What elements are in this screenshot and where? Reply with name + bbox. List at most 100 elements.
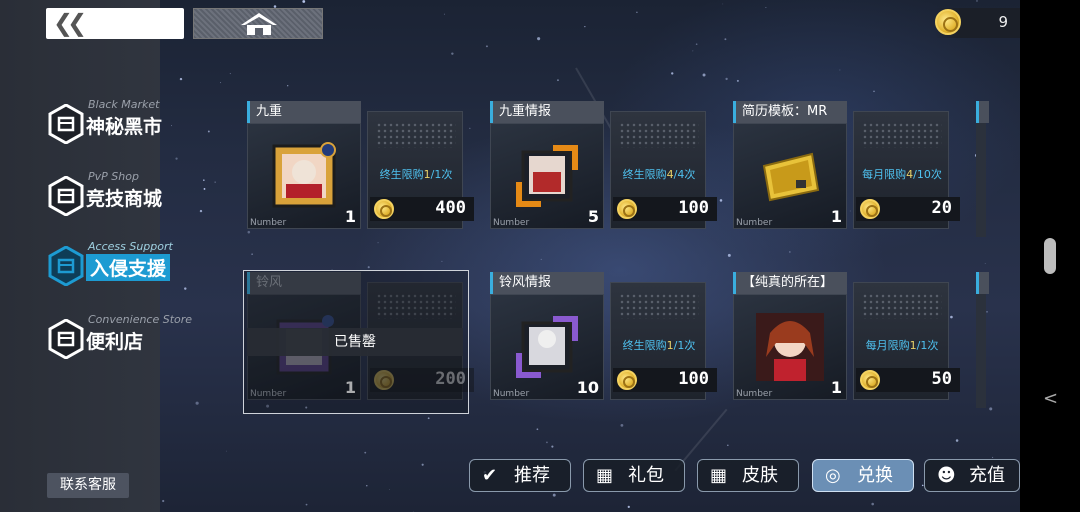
star: [727, 444, 729, 446]
star: [702, 73, 706, 77]
star: [986, 311, 988, 313]
star: [195, 401, 199, 405]
shop-item-card[interactable]: 【纯真的所在】 Number 1 每月限购1/1次 50: [733, 272, 963, 408]
tab-0[interactable]: ✔ 推荐: [469, 459, 571, 492]
next-item-card-partial[interactable]: [976, 101, 989, 237]
currency-amount: 9: [998, 13, 1008, 31]
star: [636, 11, 638, 14]
price-bar: 50: [856, 368, 960, 392]
nav-item-2[interactable]: Access Support 入侵支援: [48, 240, 198, 292]
limit-text: 终生限购: [379, 168, 424, 181]
star: [584, 25, 586, 28]
chevron-left-icon[interactable]: <: [1043, 388, 1058, 409]
gift-icon: ▦: [710, 465, 728, 486]
item-title: 【纯真的所在】: [733, 272, 847, 294]
star: [225, 450, 227, 452]
item-art: [272, 142, 336, 208]
scrollbar-thumb[interactable]: [1044, 238, 1056, 274]
purchase-limit: 终生限购1/1次: [379, 168, 453, 181]
next-item-card-partial[interactable]: [976, 272, 989, 408]
star: [412, 510, 414, 512]
star: [989, 407, 993, 411]
tab-label: 皮肤: [742, 465, 778, 486]
star: [305, 503, 308, 506]
dot-pattern: [862, 293, 942, 319]
star: [485, 45, 488, 48]
home-button[interactable]: [193, 8, 323, 39]
nav-item-label: 神秘黑市: [86, 116, 163, 138]
tab-label: 推荐: [514, 465, 550, 486]
purchase-limit: 每月限购4/10次: [862, 168, 942, 181]
shop-item-card[interactable]: 九重 Number 1 终生限购1/1次 400: [247, 101, 477, 237]
star: [251, 253, 253, 256]
tab-3[interactable]: ◎ 兑换: [812, 459, 914, 492]
sold-out-label: 已售罄: [247, 328, 463, 356]
item-quantity: 10: [576, 378, 599, 397]
star: [366, 485, 368, 487]
back-button[interactable]: ❮❮: [46, 8, 184, 39]
star: [536, 428, 539, 431]
purchase-limit: 每月限购1/1次: [865, 339, 939, 352]
item-art: [516, 145, 578, 207]
item-price: 20: [931, 198, 952, 218]
item-title: 九重情报: [490, 101, 604, 123]
star: [984, 263, 986, 264]
shop-hex-icon: [48, 246, 84, 286]
tab-1[interactable]: ▦ 礼包: [583, 459, 685, 492]
star: [557, 79, 559, 82]
star: [179, 77, 183, 81]
nav-item-label: 竞技商城: [86, 188, 163, 210]
shop-hex-icon: [48, 319, 84, 359]
shop-hex-icon: [48, 176, 84, 216]
star: [175, 157, 178, 160]
people-icon: ☻: [937, 465, 956, 486]
number-label: Number: [250, 218, 287, 228]
star: [839, 69, 841, 71]
price-bar: 100: [613, 197, 717, 221]
limit-total: 1次: [677, 339, 696, 352]
star: [287, 85, 289, 87]
item-price: 400: [435, 198, 466, 218]
tab-label: 礼包: [628, 465, 664, 486]
item-art: [516, 316, 578, 378]
nav-item-0[interactable]: Black Market 神秘黑市: [48, 98, 198, 150]
item-title: 简历模板：MR: [733, 101, 847, 123]
star: [727, 253, 731, 257]
item-title: 九重: [247, 101, 361, 123]
item-price: 100: [678, 198, 709, 218]
star: [537, 37, 541, 41]
nav-item-3[interactable]: Convenience Store 便利店: [48, 313, 198, 365]
dot-pattern: [619, 122, 699, 148]
tab-4[interactable]: ☻ 充值: [924, 459, 1020, 492]
star: [671, 72, 674, 75]
star: [441, 260, 443, 262]
shop-item-card[interactable]: 简历模板：MR Number 1 每月限购4/10次 20: [733, 101, 963, 237]
dot-pattern: [376, 122, 456, 148]
star: [725, 77, 728, 81]
coin-icon: [617, 199, 637, 219]
star: [955, 439, 959, 442]
star: [871, 502, 874, 506]
nav-item-1[interactable]: PvP Shop 竞技商城: [48, 170, 198, 222]
tab-label: 兑换: [857, 465, 893, 486]
double-chevron-left-icon: ❮❮: [53, 9, 87, 37]
item-quantity: 1: [830, 207, 842, 226]
star: [724, 38, 727, 41]
limit-text: 终生限购: [622, 339, 667, 352]
limit-used: 4: [906, 168, 914, 181]
purchase-limit: 终生限购1/1次: [622, 339, 696, 352]
item-image-frame: Number 1: [733, 294, 847, 400]
star: [367, 266, 370, 269]
shop-item-card[interactable]: 铃风情报 Number 10 终生限购1/1次 100: [490, 272, 720, 408]
star: [873, 90, 875, 93]
star: [389, 489, 390, 491]
number-label: Number: [736, 218, 773, 228]
shop-item-card[interactable]: 九重情报 Number 5 终生限购4/4次 100: [490, 101, 720, 237]
customer-service-button[interactable]: 联系客服: [47, 473, 129, 498]
star: [992, 456, 994, 459]
number-label: Number: [493, 218, 530, 228]
star: [627, 505, 630, 508]
star: [203, 188, 206, 190]
nav-item-english-label: PvP Shop: [88, 170, 139, 183]
tab-2[interactable]: ▦ 皮肤: [697, 459, 799, 492]
